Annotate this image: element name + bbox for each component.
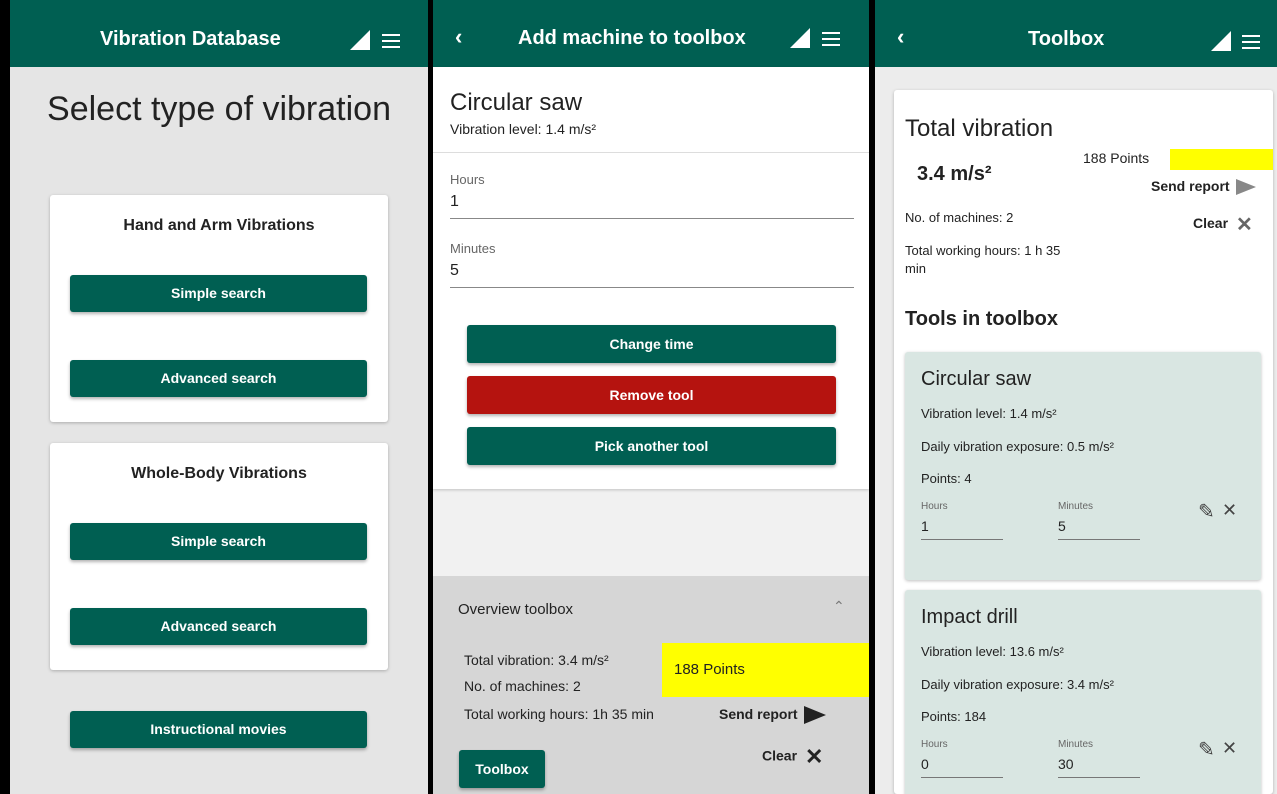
minutes-label: Minutes <box>450 241 496 256</box>
points-value: 188 Points <box>674 661 745 678</box>
app-title: Add machine to toolbox <box>518 27 746 49</box>
tool-points: Points: 4 <box>921 471 972 486</box>
overview-title: Overview toolbox <box>458 601 574 618</box>
minutes-input[interactable]: 30 <box>1058 756 1074 772</box>
app-title: Vibration Database <box>100 28 281 50</box>
app-bar: ‹ Toolbox <box>875 0 1277 67</box>
machine-count: No. of machines: 2 <box>464 678 581 694</box>
back-icon[interactable]: ‹ <box>455 24 462 50</box>
screen-add-machine: ‹ Add machine to toolbox Circular saw Vi… <box>433 0 869 794</box>
page-title: Select type of vibration <box>47 90 391 128</box>
hours-label: Hours <box>450 172 485 187</box>
back-icon[interactable]: ‹ <box>897 24 904 50</box>
signal-icon <box>350 30 370 50</box>
send-report-button[interactable]: Send report <box>1151 178 1256 196</box>
hours-label: Hours <box>921 501 948 512</box>
close-icon: ✕ <box>805 744 824 769</box>
tool-detail-card: Circular saw Vibration level: 1.4 m/s² H… <box>433 67 869 489</box>
menu-icon[interactable] <box>382 34 400 48</box>
working-hours: Total working hours: 1 h 35 min <box>905 243 1061 276</box>
total-vibration-value: 3.4 m/s² <box>917 163 992 185</box>
divider <box>433 152 869 153</box>
signal-icon <box>1211 31 1231 51</box>
advanced-search-button[interactable]: Advanced search <box>70 608 367 645</box>
tool-exposure: Daily vibration exposure: 0.5 m/s² <box>921 439 1114 454</box>
hours-label: Hours <box>921 739 948 750</box>
tool-name: Impact drill <box>921 606 1018 628</box>
pick-another-tool-button[interactable]: Pick another tool <box>467 427 836 465</box>
overview-toolbox-panel: Overview toolbox ⌃ Total vibration: 3.4 … <box>433 576 869 794</box>
toolbox-button[interactable]: Toolbox <box>459 750 545 788</box>
screen-vibration-database: Vibration Database Select type of vibrat… <box>10 0 428 794</box>
hand-arm-card: Hand and Arm Vibrations Simple search Ad… <box>50 195 388 422</box>
total-vibration: Total vibration: 3.4 m/s² <box>464 652 609 668</box>
simple-search-button[interactable]: Simple search <box>70 523 367 560</box>
tool-name: Circular saw <box>921 368 1032 390</box>
pencil-icon[interactable]: ✎ <box>1198 737 1215 762</box>
hours-underline <box>921 777 1003 778</box>
minutes-underline <box>1058 777 1140 778</box>
hours-input[interactable]: 0 <box>921 756 929 772</box>
menu-icon[interactable] <box>822 32 840 46</box>
remove-tool-button[interactable]: Remove tool <box>467 376 836 414</box>
close-icon[interactable]: ✕ <box>1222 738 1237 759</box>
send-icon <box>1235 179 1256 196</box>
chevron-up-icon[interactable]: ⌃ <box>833 598 845 615</box>
tool-name: Circular saw <box>450 89 583 116</box>
simple-search-button[interactable]: Simple search <box>70 275 367 312</box>
instructional-movies-button[interactable]: Instructional movies <box>70 711 367 748</box>
machine-count: No. of machines: 2 <box>905 210 1014 225</box>
vibration-level: Vibration level: 1.4 m/s² <box>450 121 597 137</box>
app-title: Toolbox <box>1028 28 1105 50</box>
change-time-button[interactable]: Change time <box>467 325 836 363</box>
tool-vibration: Vibration level: 13.6 m/s² <box>921 644 1064 659</box>
clear-label: Clear <box>762 747 798 764</box>
app-bar: Vibration Database <box>10 0 428 67</box>
menu-icon[interactable] <box>1242 35 1260 49</box>
points-highlight <box>1170 149 1273 170</box>
pencil-icon[interactable]: ✎ <box>1198 499 1215 524</box>
screen-toolbox: ‹ Toolbox Total vibration 3.4 m/s² 188 P… <box>875 0 1277 794</box>
close-icon[interactable]: ✕ <box>1222 500 1237 521</box>
hours-input[interactable]: 1 <box>450 193 459 211</box>
card-title: Hand and Arm Vibrations <box>123 217 315 234</box>
clear-button[interactable]: Clear ✕ <box>1193 212 1253 237</box>
clear-button[interactable]: Clear ✕ <box>762 744 823 770</box>
minutes-underline <box>450 287 854 288</box>
send-report-label: Send report <box>719 706 798 722</box>
close-icon: ✕ <box>1236 214 1253 236</box>
minutes-label: Minutes <box>1058 739 1094 750</box>
send-report-label: Send report <box>1151 178 1230 194</box>
clear-label: Clear <box>1193 215 1229 232</box>
tool-exposure: Daily vibration exposure: 3.4 m/s² <box>921 677 1114 692</box>
tools-heading: Tools in toolbox <box>905 308 1058 330</box>
points-value: 188 Points <box>1083 150 1150 166</box>
advanced-search-button[interactable]: Advanced search <box>70 360 367 397</box>
summary-title: Total vibration <box>905 115 1054 142</box>
hours-underline <box>921 539 1003 540</box>
hours-input[interactable]: 1 <box>921 518 929 534</box>
minutes-input[interactable]: 5 <box>1058 518 1066 534</box>
tool-vibration: Vibration level: 1.4 m/s² <box>921 406 1057 421</box>
tool-points: Points: 184 <box>921 709 987 724</box>
tool-card-circular-saw: Circular saw Vibration level: 1.4 m/s² D… <box>905 352 1261 580</box>
minutes-underline <box>1058 539 1140 540</box>
minutes-input[interactable]: 5 <box>450 262 459 280</box>
points-highlight: 188 Points <box>662 643 869 697</box>
send-icon <box>803 706 826 725</box>
minutes-label: Minutes <box>1058 501 1094 512</box>
signal-icon <box>790 28 810 48</box>
working-hours: Total working hours: 1h 35 min <box>464 706 654 722</box>
hours-underline <box>450 218 854 219</box>
card-title: Whole-Body Vibrations <box>131 465 307 482</box>
send-report-button[interactable]: Send report <box>719 706 826 725</box>
whole-body-card: Whole-Body Vibrations Simple search Adva… <box>50 443 388 670</box>
app-bar: ‹ Add machine to toolbox <box>433 0 869 67</box>
tool-card-impact-drill: Impact drill Vibration level: 13.6 m/s² … <box>905 590 1261 794</box>
